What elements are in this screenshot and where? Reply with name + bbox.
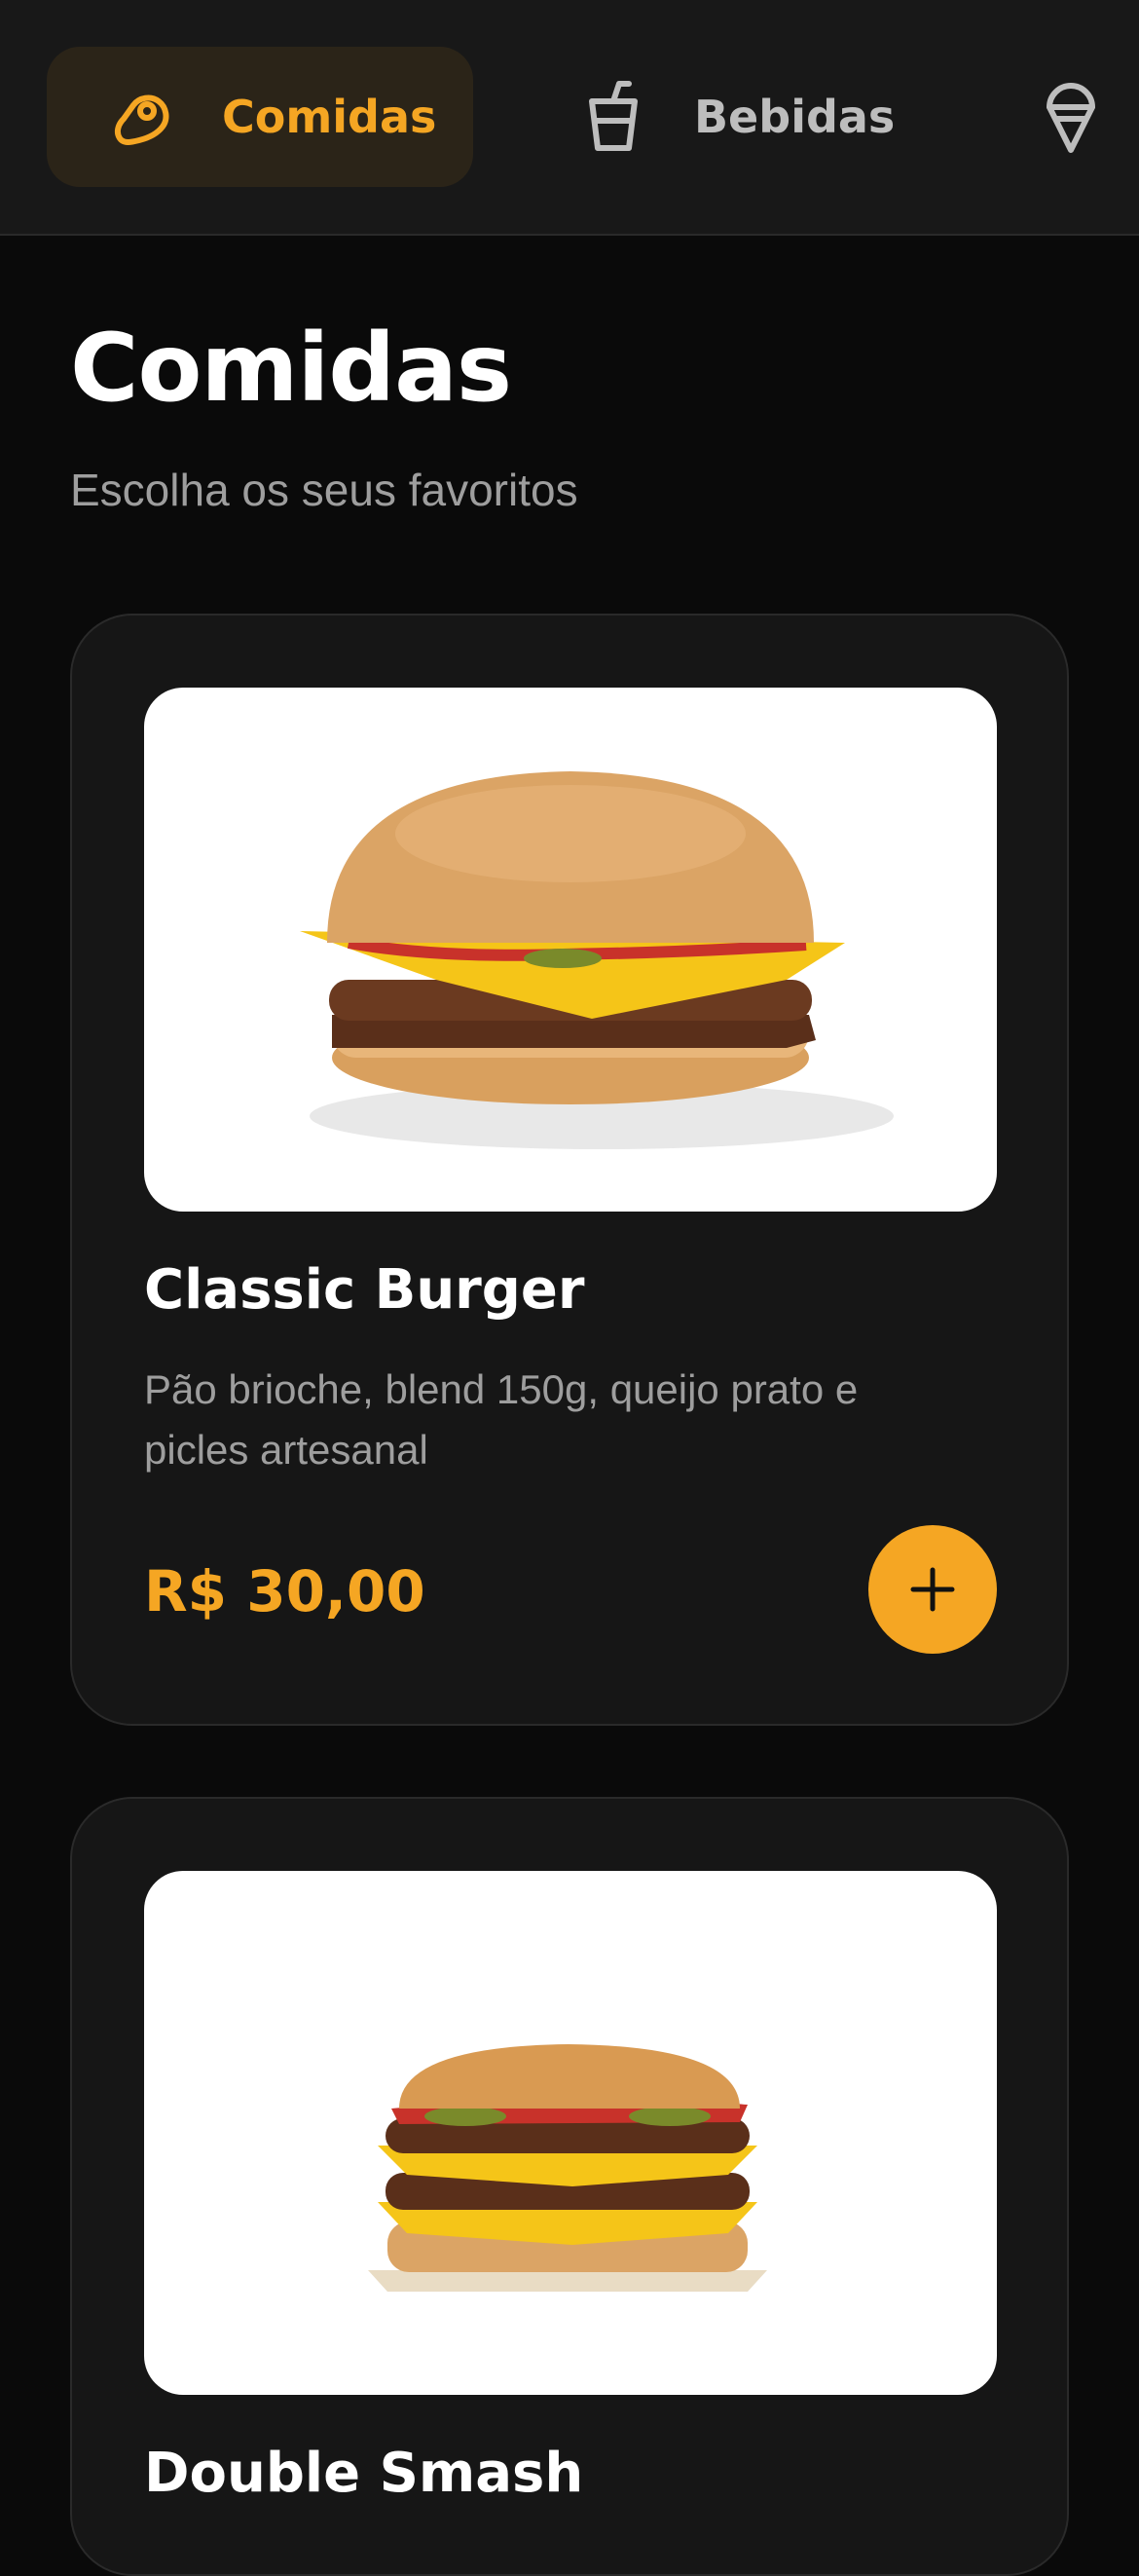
tab-sobremesas[interactable] xyxy=(1027,47,1139,187)
page-title: Comidas xyxy=(70,314,512,423)
tab-comidas[interactable]: Comidas xyxy=(47,47,473,187)
item-name: Double Smash xyxy=(144,2442,584,2505)
plus-icon xyxy=(910,1567,955,1612)
tab-label: Bebidas xyxy=(694,91,896,143)
page-subtitle: Escolha os seus favoritos xyxy=(70,465,578,515)
item-description: Pão brioche, blend 150g, queijo prato e … xyxy=(144,1366,859,1473)
category-tabs: Comidas Bebidas xyxy=(0,0,1139,236)
ice-cream-icon xyxy=(1027,80,1115,154)
double-burger-photo xyxy=(144,1871,997,2395)
meat-icon xyxy=(97,82,185,152)
cup-icon xyxy=(570,80,657,154)
item-name: Classic Burger xyxy=(144,1258,585,1322)
classic-burger-photo xyxy=(144,688,997,1212)
item-price: R$ 30,00 xyxy=(144,1558,425,1624)
product-card[interactable]: Classic Burger Pão brioche, blend 150g, … xyxy=(70,614,1069,1726)
tab-bebidas[interactable]: Bebidas xyxy=(570,47,920,187)
tab-label: Comidas xyxy=(222,91,437,143)
product-card[interactable]: Double Smash xyxy=(70,1797,1069,2576)
add-to-cart-button[interactable] xyxy=(868,1525,997,1654)
